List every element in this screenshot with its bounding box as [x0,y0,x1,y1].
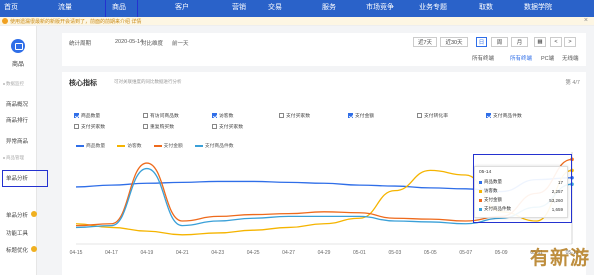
goods-icon [11,39,25,53]
tooltip-highlight [473,154,572,223]
info-icon [2,18,8,24]
x-tick-label: 04-15 [70,250,83,256]
checkbox-icon[interactable] [74,124,79,129]
metric-checkbox[interactable]: 商品数量 [74,112,100,119]
x-tick-label: 04-19 [140,250,153,256]
range-day-button[interactable]: 日 [476,37,487,47]
x-tick-label: 04-29 [318,250,331,256]
checkbox-icon[interactable] [417,113,422,118]
checkbox-icon[interactable] [143,113,148,118]
metric-label: 支付买家数 [219,125,243,130]
badge-icon [31,211,37,217]
metric-label: 支付金额 [355,114,375,119]
metric-checkbox[interactable]: 支付买家数 [74,123,105,130]
sidebar-item-tools[interactable]: 功能工具 [6,229,28,237]
card-title: 核心指标 [69,80,97,87]
x-tick-label: 04-21 [176,250,189,256]
metric-checkbox[interactable]: 访客数 [212,112,233,119]
range-7d-button[interactable]: 近7天 [413,37,437,47]
x-tick-label: 04-25 [247,250,260,256]
nav-item-service[interactable]: 服务 [322,2,336,12]
metric-label: 访客数 [219,114,234,119]
sidebar-group-monitor: 数据监控 [6,81,24,86]
metric-label: 支付转化率 [424,114,448,119]
x-tick-label: 05-05 [424,250,437,256]
x-tick-label: 05-03 [388,250,401,256]
x-tick-label: 04-23 [211,250,224,256]
compare-label: 对比维度 [141,41,164,47]
sidebar-item-overview[interactable]: 商品概况 [6,100,28,108]
nav-item-trade[interactable]: 交易 [268,2,282,12]
metric-label: 支付买家数 [81,125,105,130]
notice-bar: 使用遗漏很最新的新版开会请到了，前面的前期来介绍 详情 × [0,17,594,26]
date-label: 统计周期 [69,41,92,47]
metric-checkbox[interactable]: 支付金额 [348,112,374,119]
notice-text: 使用遗漏很最新的新版开会请到了，前面的前期来介绍 详情 [10,19,142,25]
sidebar-item-title-optimize[interactable]: 标题优化 [6,246,28,254]
calendar-icon[interactable]: ▦ [534,37,546,47]
terminal-pc[interactable]: PC端 [541,54,554,62]
checkbox-icon[interactable] [212,113,217,118]
metric-label: 支付商品件数 [493,114,522,119]
sidebar: 商品 数据监控 商品概况 商品排行 异常商品 商品管理 单品分析 单品分析 功能… [0,26,37,275]
sidebar-item-abnormal[interactable]: 异常商品 [6,137,28,145]
metric-label: 支付买家数 [286,114,310,119]
metric-checkbox[interactable]: 支付转化率 [417,112,448,119]
checkbox-icon[interactable] [486,113,491,118]
watermark-logo: 有新游 [530,248,591,269]
terminal-all[interactable]: 所有终端 [510,54,532,62]
group-dot-icon [3,157,5,159]
metric-label: 商品数量 [81,114,101,119]
range-week-button[interactable]: 周 [491,37,508,47]
date-value: 2020-05-14 [115,39,144,45]
range-30d-button[interactable]: 近30天 [440,37,468,47]
nav-item-marketing[interactable]: 营销 [232,2,246,12]
checkbox-icon[interactable] [143,124,148,129]
metric-label: 有访问商品数 [150,114,179,119]
range-month-button[interactable]: 月 [511,37,528,47]
x-tick-label: 05-07 [459,250,472,256]
group-dot-icon [3,83,5,85]
checkbox-icon[interactable] [212,124,217,129]
terminal-wireless[interactable]: 无线端 [562,54,579,62]
metric-checkbox[interactable]: 有访问商品数 [143,112,179,119]
checkbox-icon[interactable] [74,113,79,118]
nav-item-topics[interactable]: 业务专题 [419,2,447,12]
nav-item-competition[interactable]: 市场竞争 [366,2,394,12]
card-subtitle: 可对关联维度的同比数据进行分析 [114,79,182,84]
nav-item-academy[interactable]: 数据学院 [524,2,552,12]
x-tick-label: 04-27 [282,250,295,256]
x-tick-label: 04-17 [105,250,118,256]
nav-item-traffic[interactable]: 流量 [58,2,72,12]
x-tick-label: 05-01 [353,250,366,256]
metric-checkbox[interactable]: 重复购买数 [143,123,174,130]
metric-checkbox[interactable]: 支付商品件数 [486,112,522,119]
nav-item-customer[interactable]: 客户 [175,2,189,12]
prev-button[interactable]: < [550,37,562,47]
metric-checkbox[interactable]: 支付买家数 [212,123,243,130]
compare-value[interactable]: 前一天 [172,39,189,47]
x-tick-label: 05-09 [495,250,508,256]
metric-checkbox[interactable]: 支付买家数 [279,112,310,119]
checkbox-icon[interactable] [279,113,284,118]
terminal-dropdown[interactable]: 所有终端 [472,54,494,62]
close-icon[interactable]: × [584,17,588,24]
sidebar-title: 商品 [12,62,25,68]
sidebar-group-manage: 商品管理 [6,155,24,160]
sidebar-item-ranking[interactable]: 商品排行 [6,116,28,124]
next-button[interactable]: > [564,37,576,47]
filter-bar: 统计周期 2020-05-14 对比维度 前一天 近7天 近30天 日 周 月 … [62,33,586,66]
checkbox-icon[interactable] [348,113,353,118]
badge-icon [31,246,37,252]
nav-item-home[interactable]: 首页 [4,2,18,12]
top-nav: 首页 流量 商品 客户 营销 交易 服务 市场竞争 业务专题 取数 数据学院 [0,0,594,17]
nav-item-fetch[interactable]: 取数 [479,2,493,12]
metric-pager[interactable]: 第 4/7 [565,78,580,86]
metric-label: 重复购买数 [150,125,174,130]
active-sidebar-highlight [2,170,48,187]
sidebar-item-single-analysis-2[interactable]: 单品分析 [6,211,28,219]
